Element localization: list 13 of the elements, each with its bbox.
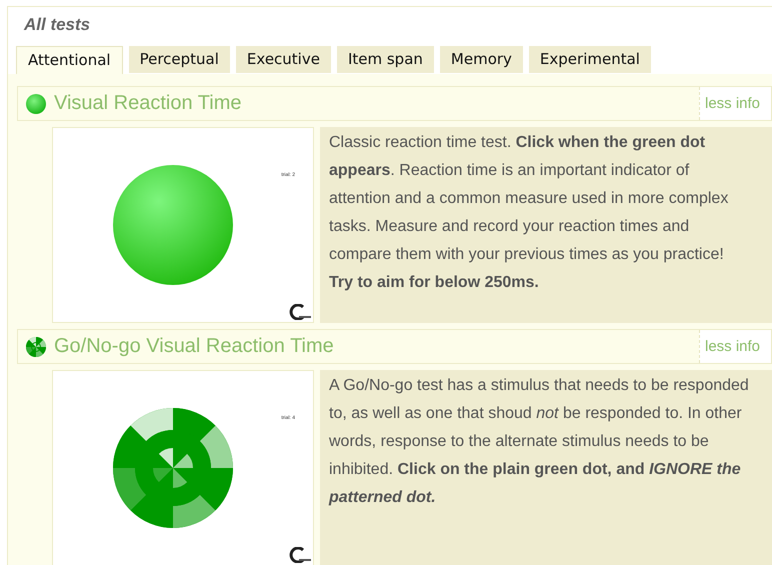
test-description: Classic reaction time test. Click when the green dot appears. Reaction time is an important indicator of attention and a common measure used in more complex tasks. Measure and record your reaction times and compare them with your previous times as you practice! Try to aim for below 250ms. <box>320 127 772 323</box>
category-tab[interactable]: Memory <box>440 46 523 73</box>
category-tab[interactable]: Item span <box>336 46 434 73</box>
category-tab[interactable]: Executive <box>236 46 331 73</box>
section-heading: All tests <box>22 14 92 36</box>
category-tab[interactable]: Perceptual <box>128 46 230 73</box>
logo-icon <box>289 547 311 563</box>
category-tab[interactable]: Experimental <box>528 46 651 73</box>
patterned-dot-icon <box>25 336 47 358</box>
category-tab[interactable]: Attentional <box>16 46 123 74</box>
dot-icon <box>25 92 47 114</box>
test-description: A Go/No-go test has a stimulus that needs to be responded to, as well as one that shoud not be responded to. In other words, response to the alternate stimulus needs to be inhibited. Click on the plain green dot, and IGNORE the patterned dot. <box>320 370 772 565</box>
logo-icon <box>289 304 311 320</box>
